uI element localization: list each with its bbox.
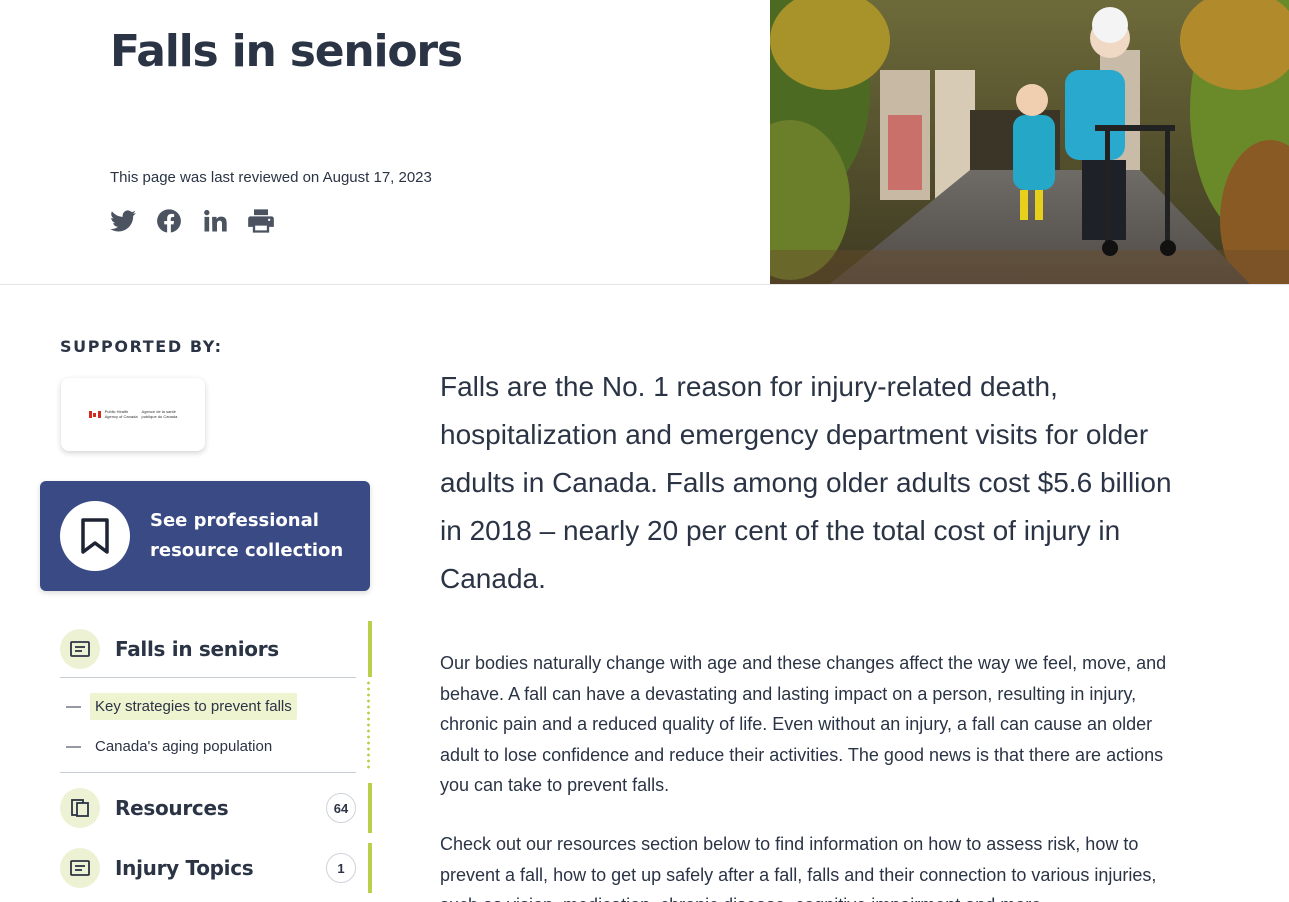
documents-icon — [60, 788, 100, 828]
subnav-label: Canada's aging population — [95, 738, 273, 755]
lead-paragraph: Falls are the No. 1 reason for injury-re… — [440, 371, 1172, 594]
supported-by-heading: SUPPORTED BY: — [60, 337, 223, 356]
twitter-icon[interactable] — [108, 206, 138, 236]
canada-flag-icon — [88, 411, 101, 418]
nav-label-falls-in-seniors: Falls in seniors — [115, 637, 279, 661]
nav-progress-bar — [368, 783, 372, 833]
subnav-progress-dots — [367, 680, 370, 770]
nav-item-injury-topics[interactable]: Injury Topics 1 — [60, 841, 372, 895]
print-icon[interactable] — [246, 206, 276, 236]
article-icon — [60, 629, 100, 669]
body-paragraph-1: Our bodies naturally change with age and… — [440, 653, 1167, 795]
injury-topics-count-badge: 1 — [326, 853, 356, 883]
phac-logo: Public Health Agency of Canada Agence de… — [88, 409, 178, 419]
nav-item-falls-in-seniors[interactable]: Falls in seniors — [60, 621, 372, 677]
page-title: Falls in seniors — [110, 26, 463, 77]
bookmark-icon — [60, 501, 130, 571]
page-header: Falls in seniors This page was last revi… — [0, 0, 1289, 285]
nav-progress-bar — [368, 843, 372, 893]
professional-resource-collection-button[interactable]: See professional resource collection — [40, 481, 370, 591]
professional-resource-label: See professional resource collection — [150, 510, 344, 561]
sponsor-logo-card[interactable]: Public Health Agency of Canada Agence de… — [61, 378, 205, 451]
subnav-item-key-strategies[interactable]: — Key strategies to prevent falls — [66, 693, 297, 720]
share-bar — [108, 206, 276, 236]
last-reviewed-text: This page was last reviewed on August 17… — [110, 169, 432, 186]
facebook-icon[interactable] — [154, 206, 184, 236]
resources-count-badge: 64 — [326, 793, 356, 823]
nav-item-resources[interactable]: Resources 64 — [60, 781, 372, 835]
subsection-list: — Key strategies to prevent falls — Cana… — [60, 677, 356, 773]
nav-label-resources: Resources — [115, 796, 229, 820]
subnav-item-aging-population[interactable]: — Canada's aging population — [66, 733, 277, 760]
subnav-label: Key strategies to prevent falls — [90, 693, 297, 720]
sponsor-line-fr-2: publique du Canada — [141, 413, 178, 419]
hero-photo — [770, 0, 1289, 284]
article-icon — [60, 848, 100, 888]
nav-progress-bar — [368, 621, 372, 677]
linkedin-icon[interactable] — [200, 206, 230, 236]
sponsor-line-en-2: Agency of Canada — [104, 413, 138, 419]
body-paragraph-2: Check out our resources section below to… — [440, 834, 1157, 902]
nav-label-injury-topics: Injury Topics — [115, 856, 254, 880]
